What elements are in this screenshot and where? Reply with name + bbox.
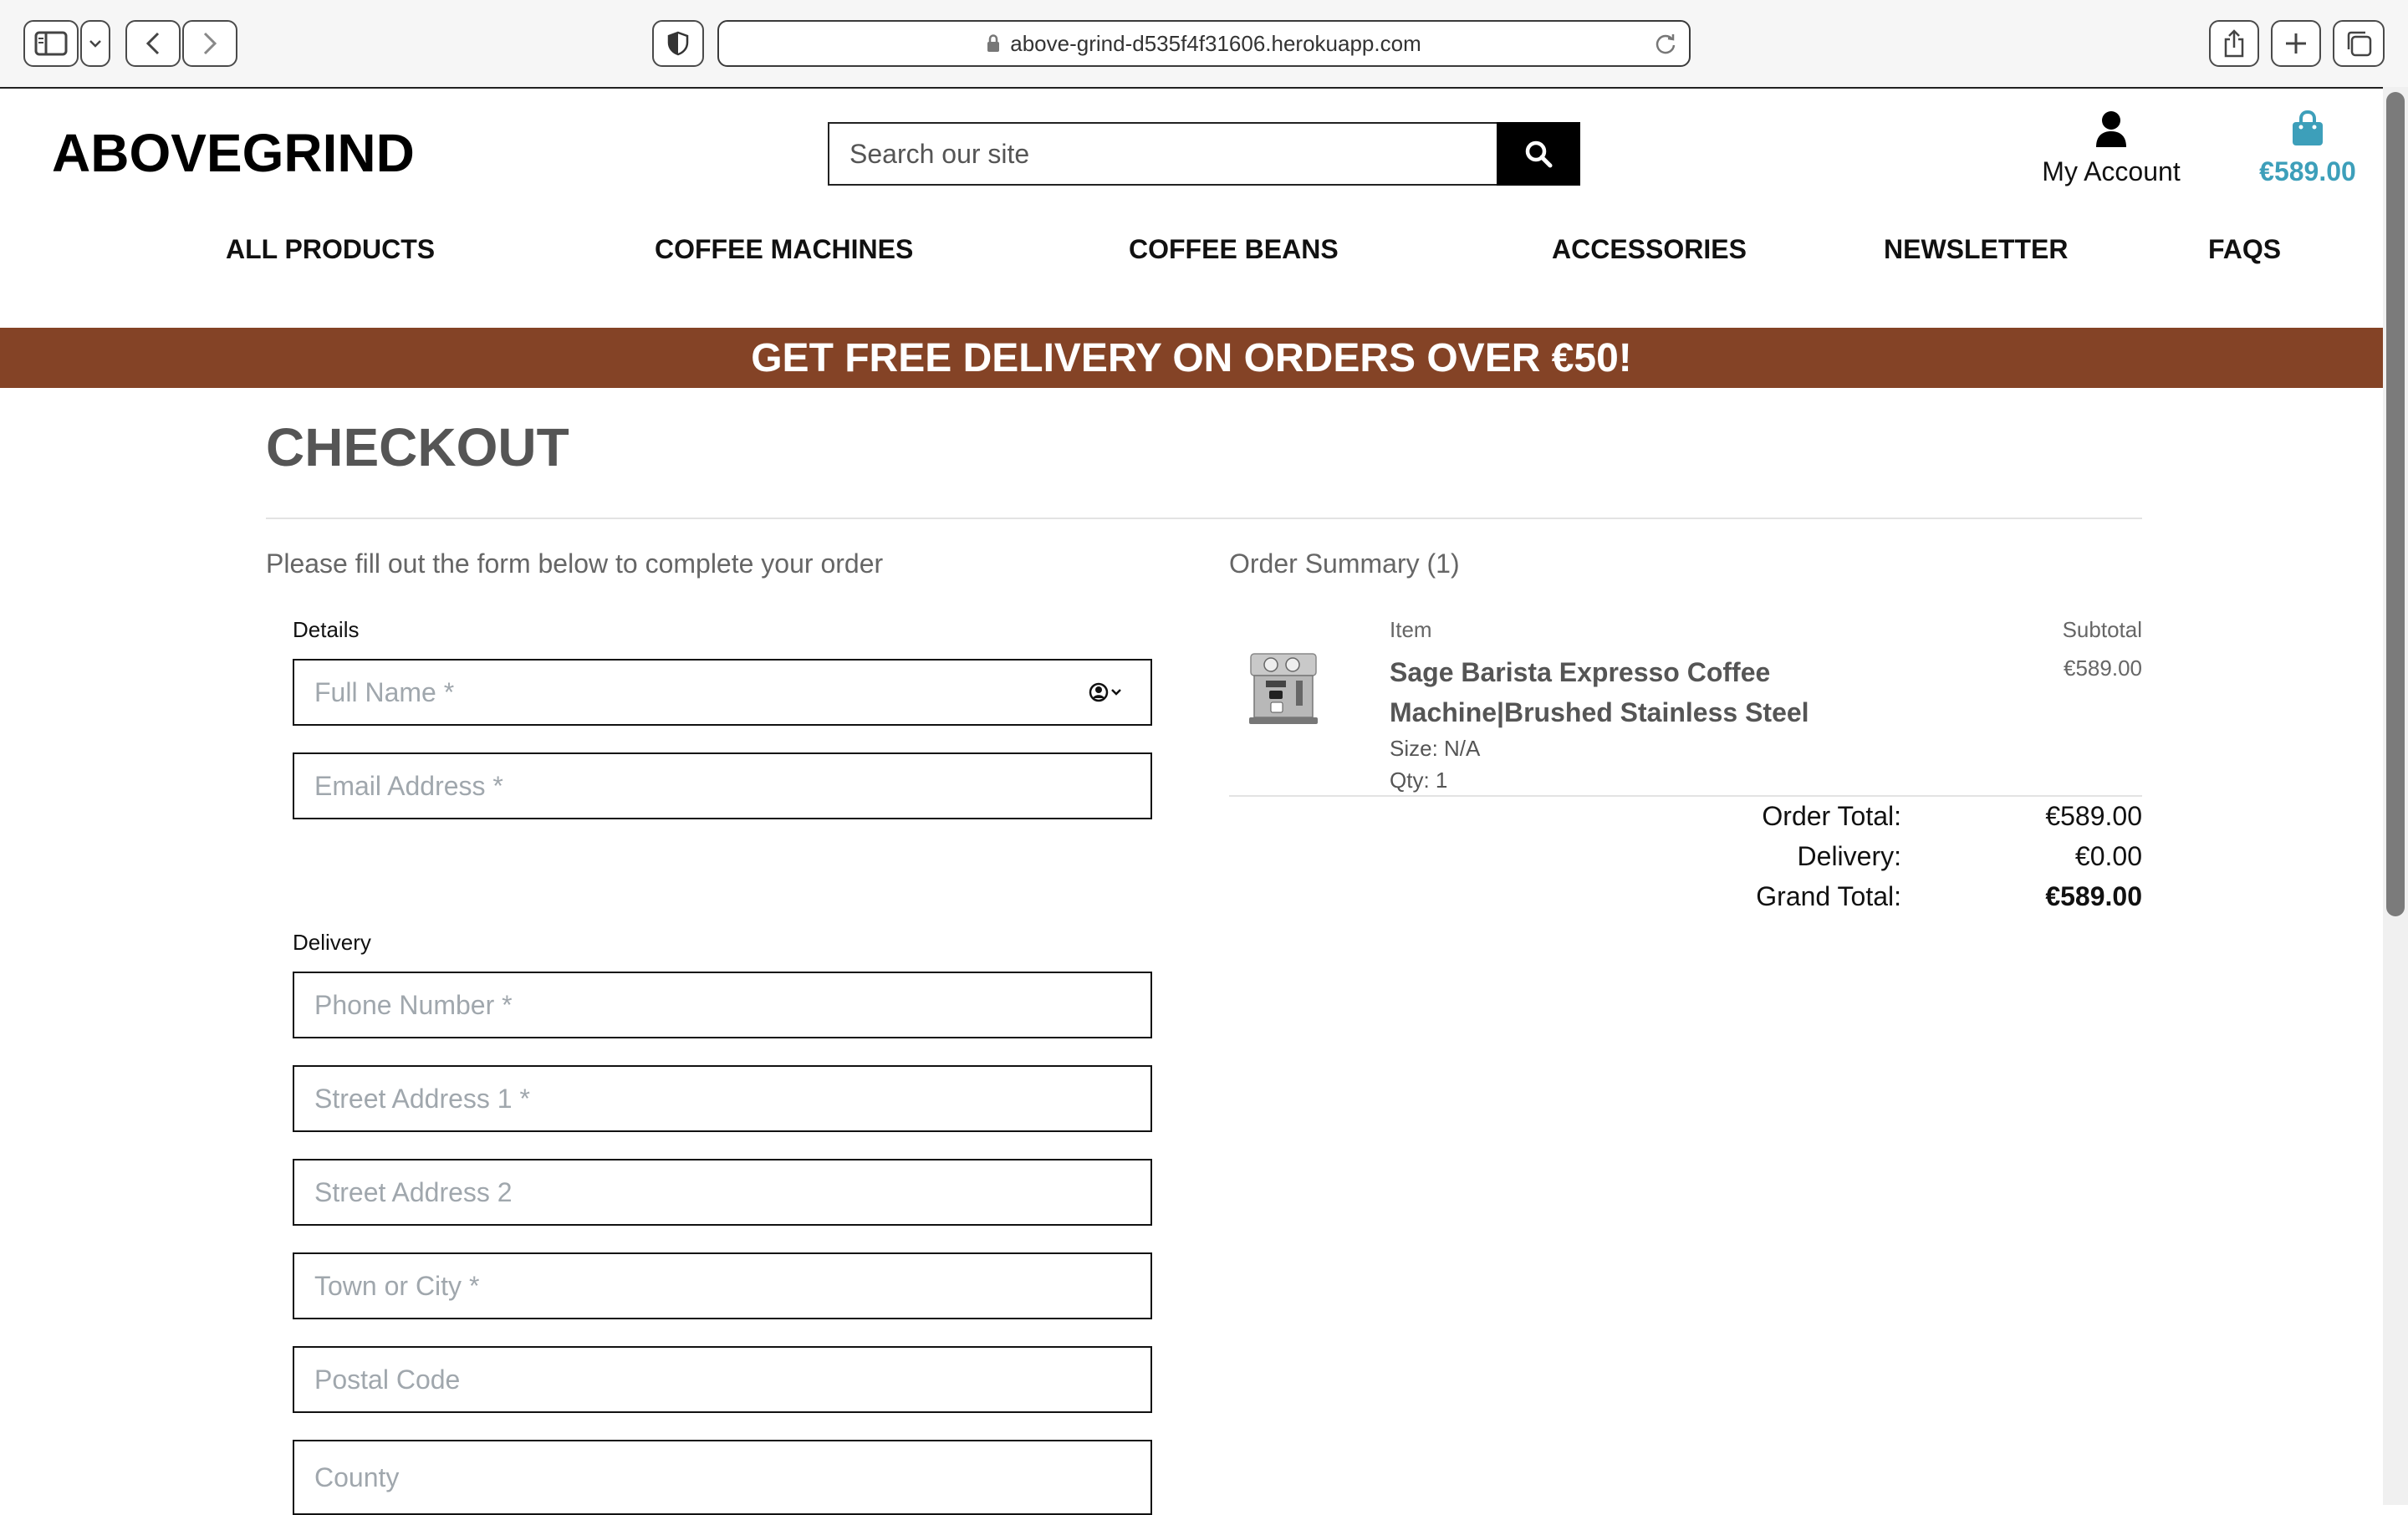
street-address-2-field[interactable] xyxy=(293,1159,1152,1226)
scrollbar-thumb[interactable] xyxy=(2386,92,2405,916)
share-button[interactable] xyxy=(2209,20,2259,67)
summary-divider xyxy=(1229,795,2142,797)
my-account-link[interactable]: My Account xyxy=(2032,110,2191,187)
site-logo[interactable]: ABOVEGRIND xyxy=(52,122,415,184)
town-city-field[interactable] xyxy=(293,1252,1152,1319)
delivery-cost-value: €0.00 xyxy=(2074,841,2142,871)
tabs-icon xyxy=(2347,31,2372,57)
plus-icon xyxy=(2286,33,2306,54)
product-thumbnail[interactable] xyxy=(1246,650,1321,727)
sidebar-icon xyxy=(34,31,68,56)
main-nav: ALL PRODUCTS COFFEE MACHINES COFFEE BEAN… xyxy=(0,234,2408,276)
grand-total-value: €589.00 xyxy=(2045,881,2142,911)
order-summary-title: Order Summary (1) xyxy=(1229,548,1460,579)
county-field[interactable] xyxy=(293,1440,1152,1515)
search-form xyxy=(828,122,1580,186)
search-input[interactable] xyxy=(828,122,1497,186)
nav-all-products[interactable]: ALL PRODUCTS xyxy=(226,234,435,265)
back-button[interactable] xyxy=(125,20,181,67)
product-name: Sage Barista Expresso Coffee Machine|Bru… xyxy=(1390,657,1809,727)
title-divider xyxy=(266,518,2142,519)
shield-icon xyxy=(667,31,689,56)
search-button[interactable] xyxy=(1497,122,1580,186)
my-account-label: My Account xyxy=(2042,156,2181,186)
nav-coffee-beans[interactable]: COFFEE BEANS xyxy=(1129,234,1339,265)
address-bar[interactable]: above-grind-d535f4f31606.herokuapp.com xyxy=(717,20,1691,67)
shopping-bag-icon xyxy=(2293,110,2323,145)
grand-total-label: Grand Total: xyxy=(1756,881,1901,911)
nav-faqs[interactable]: FAQS xyxy=(2208,234,2281,265)
tab-overview-button[interactable] xyxy=(2333,20,2385,67)
street-address-1-field[interactable] xyxy=(293,1065,1152,1132)
product-subtotal: €589.00 xyxy=(2064,655,2142,681)
chevron-left-icon xyxy=(145,32,160,55)
nav-coffee-machines[interactable]: COFFEE MACHINES xyxy=(655,234,913,265)
product-size: Size: N/A xyxy=(1390,736,1481,761)
lock-icon xyxy=(987,34,1000,52)
privacy-shield-button[interactable] xyxy=(652,20,704,67)
user-icon xyxy=(2096,111,2126,147)
column-header-subtotal: Subtotal xyxy=(2062,617,2142,642)
full-name-field[interactable] xyxy=(293,659,1152,726)
banner-text: GET FREE DELIVERY ON ORDERS OVER €50! xyxy=(751,335,1632,380)
share-icon xyxy=(2224,29,2244,58)
chevron-down-icon xyxy=(89,40,101,48)
search-icon xyxy=(1525,140,1553,168)
sidebar-toggle-button[interactable] xyxy=(23,20,79,67)
page-title: CHECKOUT xyxy=(266,417,569,477)
delivery-legend: Delivery xyxy=(293,930,371,955)
new-tab-button[interactable] xyxy=(2271,20,2321,67)
url-text: above-grind-d535f4f31606.herokuapp.com xyxy=(1010,30,1421,56)
shopping-bag-link[interactable]: €589.00 xyxy=(2241,110,2375,187)
forward-button[interactable] xyxy=(182,20,237,67)
nav-newsletter[interactable]: NEWSLETTER xyxy=(1884,234,2068,265)
nav-accessories[interactable]: ACCESSORIES xyxy=(1552,234,1747,265)
product-qty: Qty: 1 xyxy=(1390,768,1448,793)
email-field[interactable] xyxy=(293,752,1152,819)
postal-code-field[interactable] xyxy=(293,1346,1152,1413)
column-header-item: Item xyxy=(1390,617,1432,642)
delivery-cost-label: Delivery: xyxy=(1797,841,1901,871)
phone-field[interactable] xyxy=(293,972,1152,1038)
order-total-label: Order Total: xyxy=(1762,801,1901,831)
bag-total: €589.00 xyxy=(2259,156,2356,186)
reload-icon[interactable] xyxy=(1654,32,1677,55)
details-legend: Details xyxy=(293,617,360,642)
order-total-value: €589.00 xyxy=(2045,801,2142,831)
checkout-intro: Please fill out the form below to comple… xyxy=(266,548,884,579)
browser-toolbar: above-grind-d535f4f31606.herokuapp.com xyxy=(0,0,2408,89)
contact-autofill-icon[interactable] xyxy=(1087,681,1127,704)
free-delivery-banner: GET FREE DELIVERY ON ORDERS OVER €50! xyxy=(0,328,2383,388)
tab-group-dropdown[interactable] xyxy=(80,20,110,67)
chevron-right-icon xyxy=(203,32,217,55)
